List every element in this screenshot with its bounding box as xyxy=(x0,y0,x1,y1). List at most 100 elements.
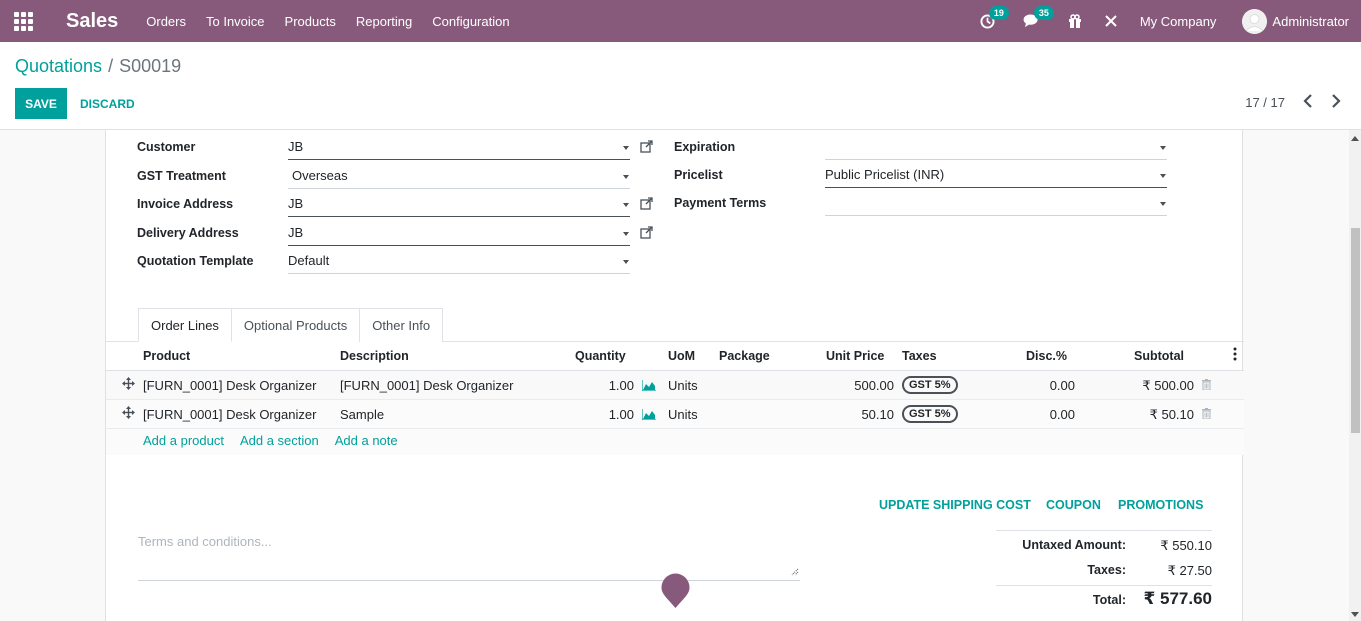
resize-grip-icon[interactable] xyxy=(790,567,799,576)
trash-icon[interactable] xyxy=(1202,379,1211,390)
column-header-discount[interactable]: Disc.% xyxy=(1026,349,1067,363)
terms-placeholder: Terms and conditions... xyxy=(138,534,272,549)
save-button[interactable]: SAVE xyxy=(15,88,67,119)
move-handle-icon[interactable] xyxy=(122,406,135,422)
optional-columns-toggle[interactable] xyxy=(1233,347,1237,364)
coupon-button[interactable]: COUPON xyxy=(1046,498,1101,512)
map-pin-icon[interactable] xyxy=(661,573,690,609)
caret-down-icon[interactable] xyxy=(623,232,629,236)
caret-down-icon[interactable] xyxy=(1160,202,1166,206)
tax-badge[interactable]: GST 5% xyxy=(902,405,958,423)
menu-configuration[interactable]: Configuration xyxy=(432,14,509,29)
forecast-chart-icon[interactable] xyxy=(642,409,656,420)
expiration-field[interactable] xyxy=(825,136,1167,160)
messages-button[interactable]: 35 xyxy=(1023,6,1054,28)
external-link-icon xyxy=(640,140,653,153)
add-product-link[interactable]: Add a product xyxy=(143,433,224,448)
column-header-unit-price[interactable]: Unit Price xyxy=(826,349,884,363)
cell-uom[interactable]: Units xyxy=(668,407,698,422)
cell-quantity[interactable]: 1.00 xyxy=(586,407,634,422)
add-section-link[interactable]: Add a section xyxy=(240,433,319,448)
tab-other-info[interactable]: Other Info xyxy=(359,308,444,342)
gst-treatment-select[interactable]: Overseas xyxy=(288,165,630,189)
caret-down-icon[interactable] xyxy=(623,146,629,150)
cell-uom[interactable]: Units xyxy=(668,378,698,393)
menu-orders[interactable]: Orders xyxy=(146,14,186,29)
add-line-links: Add a product Add a section Add a note xyxy=(143,433,414,448)
table-row[interactable]: [FURN_0001] Desk Organizer Sample 1.00 U… xyxy=(106,400,1244,429)
expiration-label: Expiration xyxy=(674,140,736,154)
add-note-link[interactable]: Add a note xyxy=(335,433,398,448)
breadcrumb-quotations[interactable]: Quotations xyxy=(15,56,102,76)
activity-button[interactable]: 19 xyxy=(980,5,1009,29)
column-header-taxes[interactable]: Taxes xyxy=(902,349,937,363)
pager-previous-button[interactable] xyxy=(1303,94,1313,111)
cell-discount[interactable]: 0.00 xyxy=(1006,407,1075,422)
breadcrumb-current: S00019 xyxy=(119,56,182,76)
caret-down-icon[interactable] xyxy=(1160,146,1166,150)
menu-products[interactable]: Products xyxy=(285,14,336,29)
pager-value[interactable]: 17 / 17 xyxy=(1245,95,1285,110)
caret-down-icon[interactable] xyxy=(623,203,629,207)
quotation-template-value: Default xyxy=(288,253,330,268)
cell-product[interactable]: [FURN_0001] Desk Organizer xyxy=(143,407,316,422)
column-header-package[interactable]: Package xyxy=(719,349,770,363)
cell-unit-price[interactable]: 500.00 xyxy=(806,378,894,393)
scroll-up-arrow-icon[interactable] xyxy=(1351,136,1359,141)
customer-external-link[interactable] xyxy=(640,140,653,156)
trash-icon[interactable] xyxy=(1202,408,1211,419)
column-header-uom[interactable]: UoM xyxy=(668,349,695,363)
customer-field[interactable]: JB xyxy=(288,136,630,160)
update-shipping-cost-button[interactable]: UPDATE SHIPPING COST xyxy=(879,498,1031,512)
move-handle-icon[interactable] xyxy=(122,377,135,393)
forecast-chart-icon[interactable] xyxy=(642,380,656,391)
taxes-value: ₹ 27.50 xyxy=(1167,563,1212,578)
payment-terms-field[interactable] xyxy=(825,192,1167,216)
tax-badge[interactable]: GST 5% xyxy=(902,376,958,394)
column-header-subtotal[interactable]: Subtotal xyxy=(1134,349,1184,363)
cell-unit-price[interactable]: 50.10 xyxy=(806,407,894,422)
user-name: Administrator xyxy=(1272,13,1349,29)
chevron-left-icon xyxy=(1303,94,1312,108)
discard-button[interactable]: DISCARD xyxy=(80,88,135,119)
pager-next-button[interactable] xyxy=(1331,94,1341,111)
pricelist-value: Public Pricelist (INR) xyxy=(825,167,945,182)
company-switcher[interactable]: My Company xyxy=(1140,14,1217,29)
tab-order-lines[interactable]: Order Lines xyxy=(138,308,232,342)
terms-and-conditions-field[interactable]: Terms and conditions... xyxy=(138,534,800,581)
breadcrumb-separator: / xyxy=(108,56,114,76)
table-row[interactable]: [FURN_0001] Desk Organizer [FURN_0001] D… xyxy=(106,371,1244,400)
column-header-description[interactable]: Description xyxy=(340,349,409,363)
tab-optional-products[interactable]: Optional Products xyxy=(230,308,361,342)
column-header-quantity[interactable]: Quantity xyxy=(575,349,626,363)
debug-icon xyxy=(1105,15,1117,27)
quotation-template-field[interactable]: Default xyxy=(288,250,630,274)
caret-down-icon[interactable] xyxy=(623,260,629,264)
invoice-address-external-link[interactable] xyxy=(640,197,653,213)
untaxed-amount-value: ₹ 550.10 xyxy=(1160,538,1212,553)
quotation-template-label: Quotation Template xyxy=(137,254,254,268)
cell-quantity[interactable]: 1.00 xyxy=(586,378,634,393)
delivery-address-external-link[interactable] xyxy=(640,226,653,242)
cell-discount[interactable]: 0.00 xyxy=(1006,378,1075,393)
gift-button[interactable] xyxy=(1068,14,1082,28)
invoice-address-field[interactable]: JB xyxy=(288,193,630,217)
cell-description[interactable]: [FURN_0001] Desk Organizer xyxy=(340,378,513,393)
user-menu[interactable]: Administrator xyxy=(1242,8,1349,34)
cell-product[interactable]: [FURN_0001] Desk Organizer xyxy=(143,378,316,393)
cell-description[interactable]: Sample xyxy=(340,407,384,422)
column-header-product[interactable]: Product xyxy=(143,349,190,363)
menu-reporting[interactable]: Reporting xyxy=(356,14,412,29)
menu-to-invoice[interactable]: To Invoice xyxy=(206,14,265,29)
vertical-scrollbar[interactable] xyxy=(1349,130,1361,621)
scrollbar-thumb[interactable] xyxy=(1351,228,1360,433)
control-panel: Quotations / S00019 SAVE DISCARD 17 / 17 xyxy=(0,42,1361,130)
pricelist-field[interactable]: Public Pricelist (INR) xyxy=(825,164,1167,188)
promotions-button[interactable]: PROMOTIONS xyxy=(1118,498,1203,512)
app-name[interactable]: Sales xyxy=(66,10,118,33)
caret-down-icon[interactable] xyxy=(1160,174,1166,178)
scroll-down-arrow-icon[interactable] xyxy=(1351,612,1359,617)
apps-menu-icon[interactable] xyxy=(0,0,46,42)
debug-button[interactable] xyxy=(1104,14,1118,28)
delivery-address-field[interactable]: JB xyxy=(288,222,630,246)
